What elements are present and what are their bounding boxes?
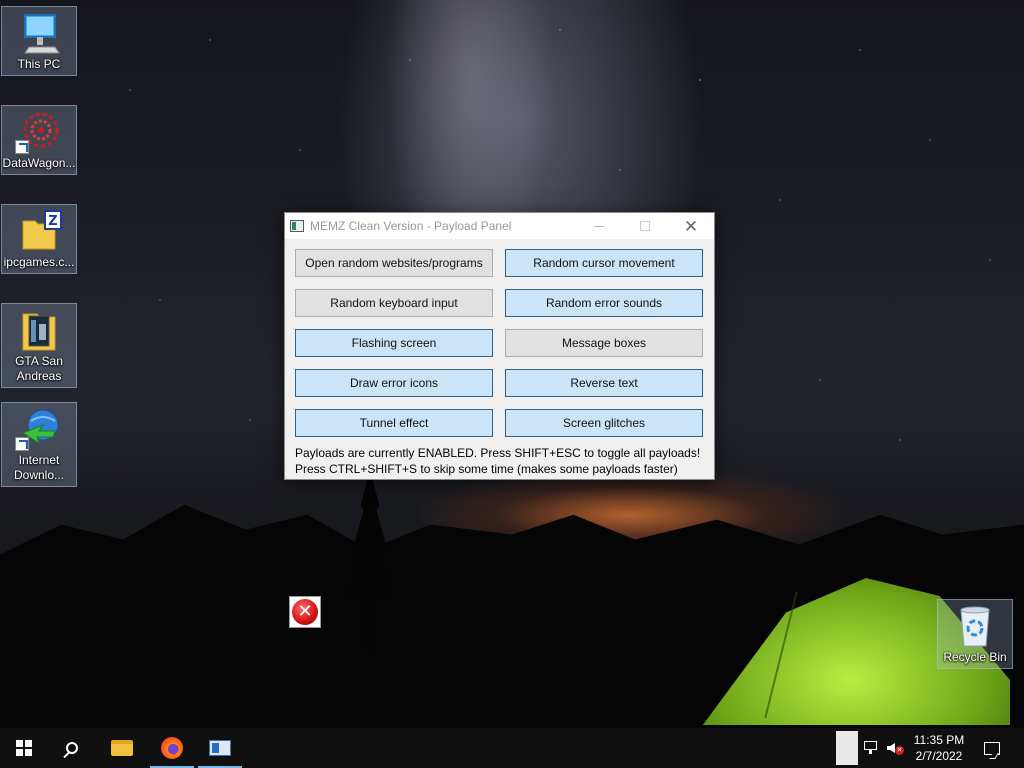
desktop-icon-this-pc[interactable]: This PC — [1, 6, 77, 76]
desktop-icon-internet-download-manager[interactable]: Internet Downlo... — [1, 402, 77, 487]
file-explorer-button[interactable] — [98, 728, 146, 768]
desktop-icon-label: ipcgames.c... — [3, 255, 75, 269]
maximize-button[interactable] — [622, 213, 668, 239]
zip-folder-icon: Z — [15, 209, 63, 253]
close-icon: ✕ — [683, 216, 699, 236]
gta-folder-icon — [15, 308, 63, 352]
desktop-icon-label: This PC — [17, 57, 61, 71]
svg-text:Z: Z — [48, 214, 57, 229]
payload-button-tunnel-effect[interactable]: Tunnel effect — [295, 409, 493, 437]
window-title: MEMZ Clean Version - Payload Panel — [310, 219, 512, 233]
taskbar: ✕ 11:35 PM 2/7/2022 — [0, 728, 1024, 768]
error-x-icon: ✕ — [292, 599, 318, 625]
status-line-skip-time: Press CTRL+SHIFT+S to skip some time (ma… — [295, 462, 678, 476]
action-center-button[interactable] — [970, 728, 1014, 768]
memz-app-icon — [209, 740, 231, 756]
desktop-icon-gta-san-andreas[interactable]: GTA San Andreas — [1, 303, 77, 388]
desktop-icon-label: DataWagon... — [2, 156, 76, 170]
clock-time: 11:35 PM — [913, 733, 965, 747]
desktop-icon-label: GTA San Andreas — [15, 354, 63, 383]
start-button[interactable] — [0, 728, 48, 768]
firefox-button[interactable] — [148, 728, 196, 768]
start-icon — [16, 740, 32, 756]
maximize-icon — [640, 221, 650, 231]
memz-taskbar-button[interactable] — [196, 728, 244, 768]
payload-button-open-random-websites[interactable]: Open random websites/programs — [295, 249, 493, 277]
payload-button-draw-error-icons[interactable]: Draw error icons — [295, 369, 493, 397]
window-titlebar[interactable]: MEMZ Clean Version - Payload Panel ✕ — [285, 213, 714, 239]
status-text: Payloads are currently ENABLED. Press SH… — [295, 445, 700, 477]
status-line-enabled: Payloads are currently ENABLED. Press SH… — [295, 446, 701, 460]
search-icon — [66, 742, 78, 754]
volume-muted-icon[interactable]: ✕ — [886, 740, 904, 756]
shortcut-arrow-icon — [15, 437, 29, 451]
desktop-icon-recycle-bin[interactable]: Recycle Bin — [937, 599, 1013, 669]
firefox-icon — [161, 737, 183, 759]
payload-button-message-boxes[interactable]: Message boxes — [505, 329, 703, 357]
minimize-button[interactable] — [576, 213, 622, 239]
shortcut-arrow-icon — [15, 140, 29, 154]
payload-button-random-error-sounds[interactable]: Random error sounds — [505, 289, 703, 317]
search-button[interactable] — [48, 728, 96, 768]
internet-download-manager-icon — [15, 407, 63, 451]
notification-icon — [984, 741, 1000, 755]
memz-app-icon — [290, 220, 304, 232]
file-explorer-icon — [111, 740, 133, 756]
desktop-icon-datawagon[interactable]: DataWagon... — [1, 105, 77, 175]
clock[interactable]: 11:35 PM 2/7/2022 — [908, 731, 970, 765]
payload-button-flashing-screen[interactable]: Flashing screen — [295, 329, 493, 357]
clock-date: 2/7/2022 — [915, 749, 963, 763]
this-pc-icon — [15, 11, 63, 55]
network-icon[interactable] — [862, 740, 880, 756]
close-button[interactable]: ✕ — [668, 213, 714, 239]
memz-payload-panel-window: MEMZ Clean Version - Payload Panel ✕ Ope… — [284, 212, 715, 480]
error-icon: ✕ — [289, 596, 321, 628]
minimize-icon — [594, 225, 604, 227]
payload-button-random-keyboard-input[interactable]: Random keyboard input — [295, 289, 493, 317]
tray-overflow-highlight[interactable] — [836, 731, 858, 765]
desktop-icon-label: Recycle Bin — [943, 650, 1007, 664]
payload-button-grid: Open random websites/programs Random cur… — [295, 249, 705, 437]
payload-button-screen-glitches[interactable]: Screen glitches — [505, 409, 703, 437]
payload-button-random-cursor-movement[interactable]: Random cursor movement — [505, 249, 703, 277]
datawagon-icon — [15, 110, 63, 154]
desktop-icon-ipcgames[interactable]: Z ipcgames.c... — [1, 204, 77, 274]
desktop-icon-label: Internet Downlo... — [13, 453, 65, 482]
recycle-bin-icon — [951, 604, 999, 648]
payload-button-reverse-text[interactable]: Reverse text — [505, 369, 703, 397]
